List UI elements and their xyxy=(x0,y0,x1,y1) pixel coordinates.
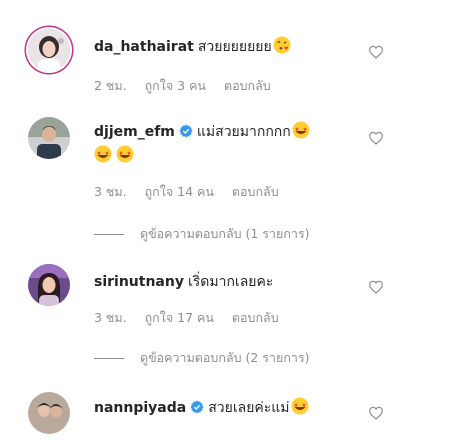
reply-button[interactable]: ตอบกลับ xyxy=(232,310,279,325)
comment-meta: 3 ชม. ถูกใจ 17 คน ตอบกลับ xyxy=(94,308,293,328)
comment-time: 2 ชม. xyxy=(94,78,127,93)
comment-emoji-line xyxy=(94,144,354,168)
comment-text-line: djjem_efm แม่สวยมากกกก xyxy=(94,120,354,144)
comment-username[interactable]: da_hathairat xyxy=(94,39,194,55)
avatar[interactable] xyxy=(28,117,70,159)
view-replies-label: ดูข้อความตอบกลับ (2 รายการ) xyxy=(140,350,310,365)
heart-icon[interactable] xyxy=(368,279,384,295)
comment-text: เริ่ดมากเลยคะ xyxy=(187,274,274,290)
star-struck-icon xyxy=(116,145,134,163)
avatar[interactable] xyxy=(28,29,70,71)
comment-time: 3 ชม. xyxy=(94,310,127,325)
comment-username[interactable]: sirinutnany xyxy=(94,274,184,290)
star-struck-icon xyxy=(94,145,112,163)
replies-divider xyxy=(94,234,124,235)
comment-text: แม่สวยมากกกก xyxy=(196,124,291,140)
comment-likes-link[interactable]: ถูกใจ 3 คน xyxy=(145,78,206,93)
comment-username[interactable]: nannpiyada xyxy=(94,400,186,416)
heart-icon[interactable] xyxy=(368,44,384,60)
comment-text: สวยเลยค่ะแม่ xyxy=(208,400,290,416)
view-replies-label: ดูข้อความตอบกลับ (1 รายการ) xyxy=(140,226,310,241)
reply-button[interactable]: ตอบกลับ xyxy=(224,78,271,93)
heart-icon[interactable] xyxy=(368,405,384,421)
comment-likes-link[interactable]: ถูกใจ 17 คน xyxy=(145,310,214,325)
comment-text-line: sirinutnany เริ่ดมากเลยคะ xyxy=(94,270,354,294)
face-blowing-kiss-icon xyxy=(273,36,291,54)
verified-badge-icon xyxy=(179,124,193,138)
replies-divider xyxy=(94,358,124,359)
comment-text: สวยยยยยยย xyxy=(197,39,272,55)
comment-text-line: nannpiyada สวยเลยค่ะแม่ xyxy=(94,396,354,420)
comment-username[interactable]: djjem_efm xyxy=(94,124,175,140)
comment-meta: 2 ชม. ถูกใจ 3 คน ตอบกลับ xyxy=(94,76,285,96)
star-struck-icon xyxy=(291,397,309,415)
reply-button[interactable]: ตอบกลับ xyxy=(232,184,279,199)
avatar[interactable] xyxy=(28,392,70,434)
comment-likes-link[interactable]: ถูกใจ 14 คน xyxy=(145,184,214,199)
view-replies-button[interactable]: ดูข้อความตอบกลับ (2 รายการ) xyxy=(94,348,310,368)
heart-icon[interactable] xyxy=(368,130,384,146)
verified-badge-icon xyxy=(190,400,204,414)
comment-meta: 3 ชม. ถูกใจ 14 คน ตอบกลับ xyxy=(94,182,293,202)
view-replies-button[interactable]: ดูข้อความตอบกลับ (1 รายการ) xyxy=(94,224,310,244)
star-struck-icon xyxy=(292,121,310,139)
comment-time: 3 ชม. xyxy=(94,184,127,199)
avatar[interactable] xyxy=(28,264,70,306)
comment-text-line: da_hathairat สวยยยยยยย xyxy=(94,35,354,59)
